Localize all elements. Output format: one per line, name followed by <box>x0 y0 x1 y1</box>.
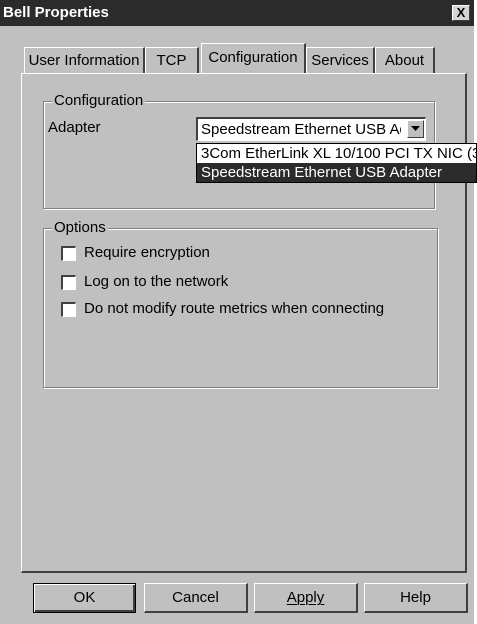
window-title: Bell Properties <box>3 4 109 21</box>
ok-label: OK <box>73 589 96 606</box>
help-button[interactable]: Help <box>364 583 468 613</box>
require-encryption-label[interactable]: Require encryption <box>84 244 210 261</box>
ok-button[interactable]: OK <box>33 583 136 613</box>
tab-label: User Information <box>28 52 140 69</box>
apply-label: Apply <box>286 589 325 606</box>
cancel-button[interactable]: Cancel <box>144 583 248 613</box>
tab-tcp[interactable]: TCP <box>145 47 199 73</box>
tab-label: TCP <box>156 52 187 69</box>
log-on-network-label[interactable]: Log on to the network <box>84 273 228 290</box>
options-group-label: Options <box>52 219 108 236</box>
adapter-label: Adapter <box>48 119 101 136</box>
cancel-label: Cancel <box>172 589 219 606</box>
adapter-select-arrow[interactable] <box>407 120 424 138</box>
tab-services[interactable]: Services <box>306 47 375 73</box>
chevron-down-icon <box>411 126 420 131</box>
tab-label: Configuration <box>208 49 298 66</box>
adapter-option-selected[interactable]: Speedstream Ethernet USB Adapter <box>197 163 476 182</box>
route-metrics-label[interactable]: Do not modify route metrics when connect… <box>84 300 384 317</box>
properties-dialog: Bell Properties X User Information TCP C… <box>0 0 474 624</box>
adapter-select[interactable]: Speedstream Ethernet USB Adapter <box>196 117 426 141</box>
close-icon: X <box>456 5 466 20</box>
tab-configuration[interactable]: Configuration <box>201 43 306 73</box>
tab-user-information[interactable]: User Information <box>24 47 145 73</box>
configuration-group-label: Configuration <box>52 92 146 109</box>
title-bar[interactable]: Bell Properties X <box>0 0 474 26</box>
log-on-network-checkbox[interactable] <box>61 275 76 290</box>
adapter-select-value: Speedstream Ethernet USB Adapter <box>201 121 401 138</box>
adapter-option[interactable]: 3Com EtherLink XL 10/100 PCI TX NIC (30 <box>197 144 476 163</box>
close-button[interactable]: X <box>452 5 470 21</box>
tab-label: Services <box>311 52 369 69</box>
tab-about[interactable]: About <box>375 47 435 73</box>
apply-button[interactable]: Apply <box>254 583 358 613</box>
help-label: Help <box>400 589 431 606</box>
route-metrics-checkbox[interactable] <box>61 302 76 317</box>
tab-label: About <box>384 52 425 69</box>
adapter-dropdown-list: 3Com EtherLink XL 10/100 PCI TX NIC (30 … <box>196 143 477 183</box>
require-encryption-checkbox[interactable] <box>61 246 76 261</box>
